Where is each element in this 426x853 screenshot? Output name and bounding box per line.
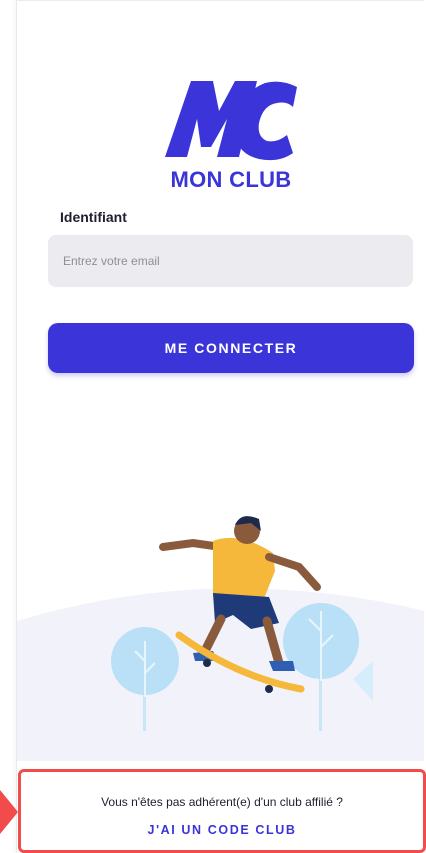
highlight-arrow-icon bbox=[0, 790, 18, 834]
not-member-text: Vous n'êtes pas adhérent(e) d'un club af… bbox=[101, 795, 343, 809]
brand-logo: MON CLUB bbox=[161, 77, 301, 199]
email-input[interactable] bbox=[48, 235, 413, 287]
skateboarder-illustration-icon bbox=[17, 516, 424, 761]
club-code-highlight: Vous n'êtes pas adhérent(e) d'un club af… bbox=[18, 769, 426, 853]
logo-wordmark: MON CLUB bbox=[170, 167, 292, 192]
club-code-link[interactable]: J'AI UN CODE CLUB bbox=[21, 823, 423, 837]
identifier-label: Identifiant bbox=[60, 209, 127, 225]
connect-button[interactable]: ME CONNECTER bbox=[48, 323, 414, 373]
mc-logo-icon bbox=[165, 81, 297, 161]
app-screen: MON CLUB Identifiant ME CONNECTER bbox=[16, 0, 424, 853]
